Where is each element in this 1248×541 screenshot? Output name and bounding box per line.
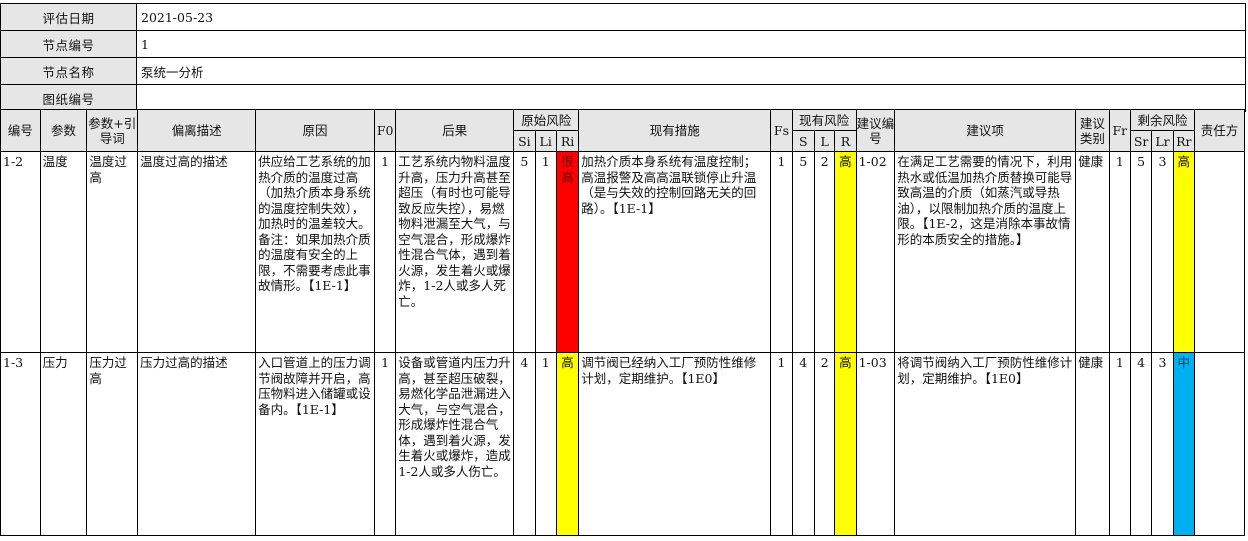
header-l[interactable]: L: [813, 130, 836, 152]
cell-rec-no[interactable]: 1-02: [855, 151, 896, 353]
cell-lr[interactable]: 3: [1151, 151, 1174, 353]
info-row-date: 评估日期 2021-05-23: [0, 3, 1246, 31]
header-si[interactable]: Si: [513, 130, 536, 152]
cell-no[interactable]: 1-2: [0, 151, 41, 353]
cell-f0[interactable]: 1: [373, 151, 397, 353]
cell-si[interactable]: 4: [513, 352, 536, 536]
header-cause[interactable]: 原因: [255, 109, 375, 152]
cell-r-risk-badge[interactable]: 高: [834, 151, 857, 353]
header-recommendation[interactable]: 建议项: [894, 109, 1077, 152]
header-guide[interactable]: 参数+引导词: [86, 109, 139, 152]
cell-no[interactable]: 1-3: [0, 352, 41, 536]
node-name-label: 节点名称: [0, 57, 137, 85]
cell-ri-risk-badge[interactable]: 很高: [555, 151, 580, 353]
header-param[interactable]: 参数: [39, 109, 88, 152]
header-measures[interactable]: 现有措施: [578, 109, 772, 152]
info-table: 评估日期 2021-05-23 节点编号 1 节点名称 泵统一分析 图纸编号: [0, 3, 1246, 112]
header-no[interactable]: 编号: [0, 109, 41, 152]
cell-li[interactable]: 1: [534, 352, 557, 536]
table-row: 1-2 温度 温度过高 温度过高的描述 供应给工艺系统的加热介质的温度过高（加热…: [0, 151, 1246, 353]
header-current-risk[interactable]: 现有风险: [791, 109, 857, 131]
cell-measures[interactable]: 调节阀已经纳入工厂预防性维修计划，定期维护。【1E0】: [578, 352, 772, 536]
node-name-value-cell[interactable]: 泵统一分析: [136, 57, 1246, 85]
cell-param[interactable]: 压力: [39, 352, 88, 536]
header-sr[interactable]: Sr: [1129, 130, 1153, 152]
header-s[interactable]: S: [791, 130, 815, 152]
date-label: 评估日期: [0, 3, 137, 31]
cell-si[interactable]: 5: [513, 151, 536, 353]
header-rr[interactable]: Rr: [1172, 130, 1195, 152]
date-value-cell[interactable]: 2021-05-23: [136, 3, 1246, 31]
cell-s[interactable]: 5: [791, 151, 815, 353]
hazop-table: 编号 参数 参数+引导词 偏离描述 原因 F0 后果 原始风险 现有措施 Fs …: [0, 109, 1246, 536]
info-row-node-name: 节点名称 泵统一分析: [0, 57, 1246, 85]
header-li[interactable]: Li: [534, 130, 557, 152]
cell-rr-risk-badge[interactable]: 高: [1172, 151, 1195, 353]
cell-l[interactable]: 2: [813, 352, 836, 536]
cell-sr[interactable]: 5: [1129, 151, 1153, 353]
drawing-label: 图纸编号: [0, 84, 137, 112]
cell-cause[interactable]: 供应给工艺系统的加热介质的温度过高（加热介质本身系统的温度控制失效），加热时的温…: [255, 151, 375, 353]
node-no-value-cell[interactable]: 1: [136, 30, 1246, 58]
cell-owner[interactable]: [1193, 151, 1246, 353]
header-fr[interactable]: Fr: [1108, 109, 1131, 152]
cell-consequence[interactable]: 工艺系统内物料温度升高，压力升高甚至超压（有时也可能导致反应失控），易燃物料泄漏…: [395, 151, 515, 353]
header-rec-type[interactable]: 建议类别: [1075, 109, 1110, 152]
header-owner[interactable]: 责任方: [1193, 109, 1246, 152]
node-no-label: 节点编号: [0, 30, 137, 58]
cell-fr[interactable]: 1: [1108, 352, 1131, 536]
cell-sr[interactable]: 4: [1129, 352, 1153, 536]
cell-li[interactable]: 1: [534, 151, 557, 353]
header-residual-risk[interactable]: 剩余风险: [1129, 109, 1195, 131]
cell-s[interactable]: 4: [791, 352, 815, 536]
info-row-node-no: 节点编号 1: [0, 30, 1246, 58]
cell-deviation[interactable]: 压力过高的描述: [137, 352, 257, 536]
header-lr[interactable]: Lr: [1151, 130, 1174, 152]
cell-measures[interactable]: 加热介质本身系统有温度控制；高温报警及高高温联锁停止升温（是与失效的控制回路无关…: [578, 151, 772, 353]
cell-fr[interactable]: 1: [1108, 151, 1131, 353]
header-consequence[interactable]: 后果: [395, 109, 515, 152]
header-deviation[interactable]: 偏离描述: [137, 109, 257, 152]
cell-rec-no[interactable]: 1-03: [855, 352, 896, 536]
cell-f0[interactable]: 1: [373, 352, 397, 536]
header-fs[interactable]: Fs: [770, 109, 793, 152]
header-ri[interactable]: Ri: [555, 130, 580, 152]
cell-guide[interactable]: 压力过高: [86, 352, 139, 536]
cell-fs[interactable]: 1: [770, 151, 793, 353]
cell-consequence[interactable]: 设备或管道内压力升高，甚至超压破裂，易燃化学品泄漏进入大气，与空气混合，形成爆炸…: [395, 352, 515, 536]
cell-guide[interactable]: 温度过高: [86, 151, 139, 353]
header-original-risk[interactable]: 原始风险: [513, 109, 580, 131]
info-row-drawing: 图纸编号: [0, 84, 1246, 112]
cell-cause[interactable]: 入口管道上的压力调节阀故障并开启，高压物料进入储罐或设备内。【1E-1】: [255, 352, 375, 536]
cell-fs[interactable]: 1: [770, 352, 793, 536]
cell-rr-risk-badge[interactable]: 中: [1172, 352, 1195, 536]
header-rec-no[interactable]: 建议编号: [855, 109, 896, 152]
cell-rec-type[interactable]: 健康: [1075, 352, 1110, 536]
cell-lr[interactable]: 3: [1151, 352, 1174, 536]
cell-r-risk-badge[interactable]: 高: [834, 352, 857, 536]
cell-ri-risk-badge[interactable]: 高: [555, 352, 580, 536]
header-row-1: 编号 参数 参数+引导词 偏离描述 原因 F0 后果 原始风险 现有措施 Fs …: [0, 109, 1246, 152]
table-row: 1-3 压力 压力过高 压力过高的描述 入口管道上的压力调节阀故障并开启，高压物…: [0, 352, 1246, 536]
hazop-worksheet: 评估日期 2021-05-23 节点编号 1 节点名称 泵统一分析 图纸编号 编…: [0, 0, 1248, 541]
cell-deviation[interactable]: 温度过高的描述: [137, 151, 257, 353]
cell-recommendation[interactable]: 将调节阀纳入工厂预防性维修计划，定期维护。【1E0】: [894, 352, 1077, 536]
cell-rec-type[interactable]: 健康: [1075, 151, 1110, 353]
header-f0[interactable]: F0: [373, 109, 397, 152]
cell-owner[interactable]: [1193, 352, 1246, 536]
cell-param[interactable]: 温度: [39, 151, 88, 353]
drawing-value-cell[interactable]: [136, 84, 1246, 112]
header-r[interactable]: R: [834, 130, 857, 152]
cell-l[interactable]: 2: [813, 151, 836, 353]
cell-recommendation[interactable]: 在满足工艺需要的情况下，利用热水或低温加热介质替换可能导致高温的介质（如蒸汽或导…: [894, 151, 1077, 353]
